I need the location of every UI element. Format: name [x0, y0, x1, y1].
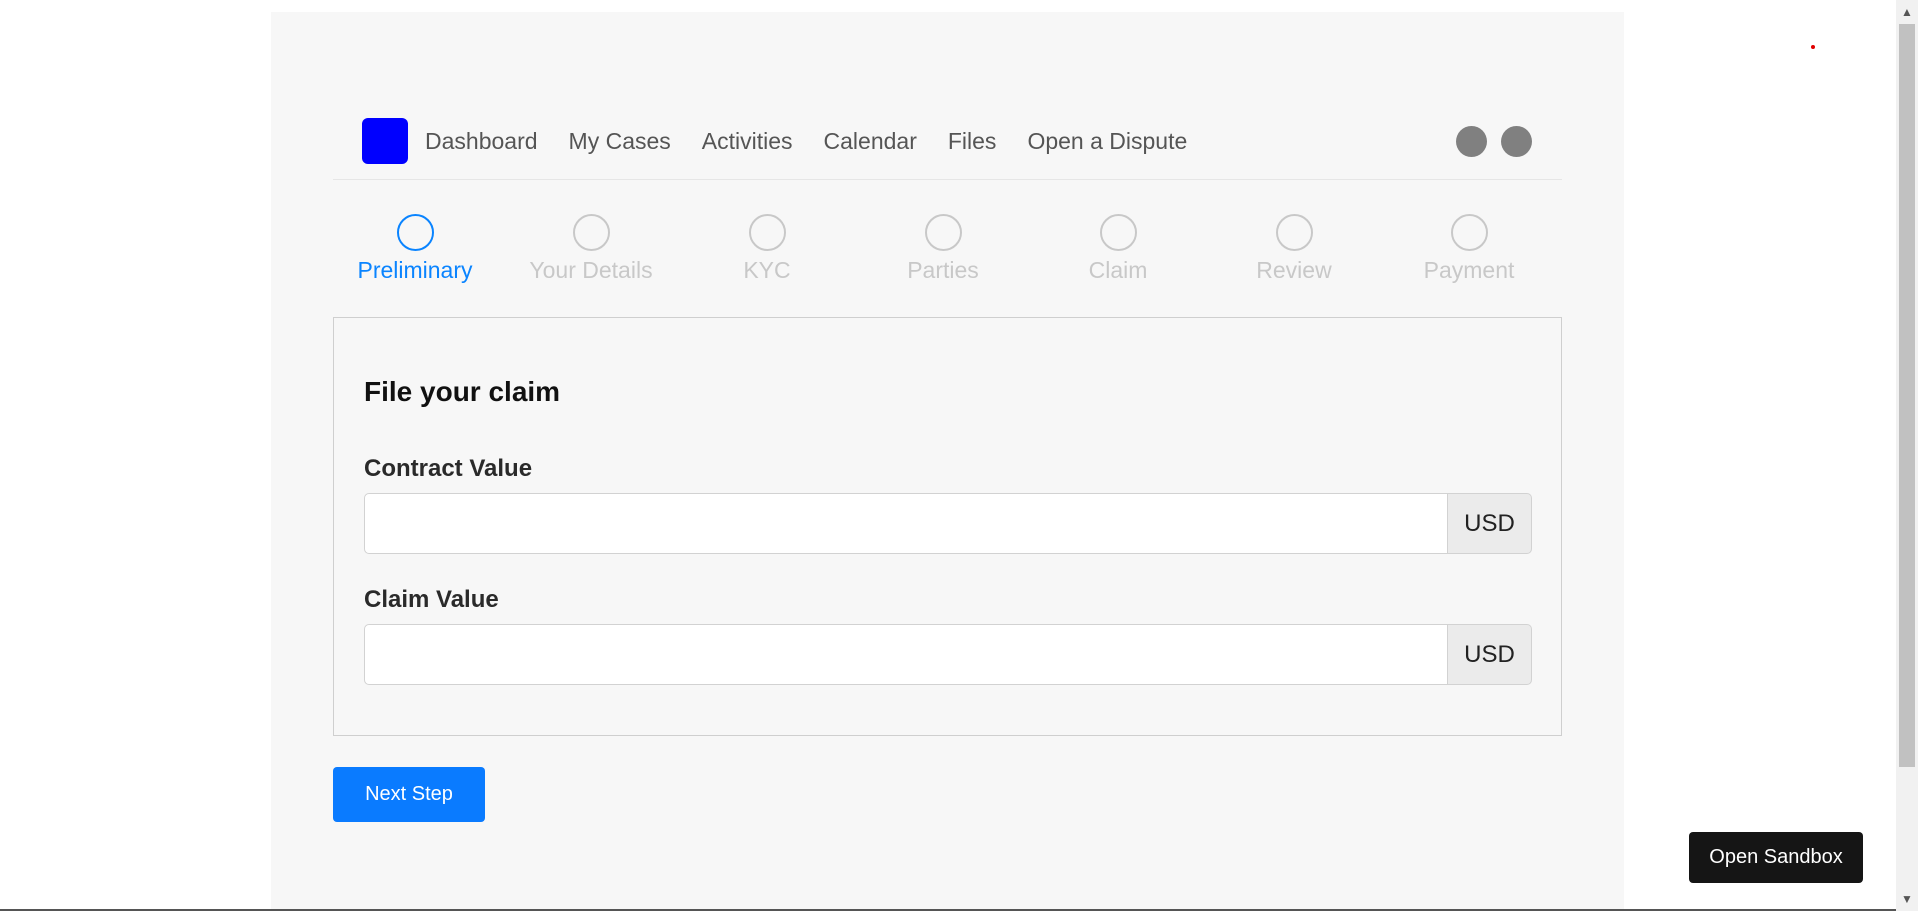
claim-form-card: File your claim Contract Value USD Claim…	[333, 317, 1562, 736]
claim-currency-addon: USD	[1448, 624, 1532, 685]
next-step-button[interactable]: Next Step	[333, 767, 485, 822]
step-circle-icon	[1099, 214, 1137, 251]
contract-value-input[interactable]	[364, 493, 1448, 554]
scroll-down-icon[interactable]: ▼	[1896, 889, 1918, 909]
step-kyc[interactable]: KYC	[679, 214, 855, 284]
step-label: Review	[1256, 257, 1332, 283]
step-label: Payment	[1423, 257, 1515, 283]
nav-open-dispute[interactable]: Open a Dispute	[1027, 124, 1187, 158]
step-circle-icon	[396, 214, 434, 251]
page-scrollbar[interactable]: ▲ ▼	[1896, 0, 1918, 911]
scrollbar-thumb[interactable]	[1899, 24, 1915, 767]
scroll-up-icon[interactable]: ▲	[1896, 2, 1918, 22]
nav-files[interactable]: Files	[948, 124, 997, 158]
contract-value-group: USD	[364, 493, 1532, 554]
nav-calendar[interactable]: Calendar	[824, 124, 917, 158]
step-claim[interactable]: Claim	[1030, 214, 1206, 284]
step-label: Parties	[907, 257, 979, 283]
claim-value-input[interactable]	[364, 624, 1448, 685]
claim-value-group: USD	[364, 624, 1532, 685]
form-title: File your claim	[364, 376, 561, 407]
top-navbar: Dashboard My Cases Activities Calendar F…	[333, 104, 1562, 180]
step-parties[interactable]: Parties	[855, 214, 1031, 284]
open-sandbox-button[interactable]: Open Sandbox	[1689, 832, 1863, 883]
nav-my-cases[interactable]: My Cases	[569, 124, 671, 158]
step-label: Preliminary	[357, 257, 473, 283]
step-preliminary[interactable]: Preliminary	[327, 214, 503, 284]
step-circle-icon	[572, 214, 610, 251]
page-container: Dashboard My Cases Activities Calendar F…	[271, 12, 1624, 911]
step-review[interactable]: Review	[1206, 214, 1382, 284]
user-menu-icon[interactable]	[1501, 126, 1532, 157]
step-your-details[interactable]: Your Details	[503, 214, 679, 284]
contract-value-label: Contract Value	[364, 455, 533, 482]
user-avatar-icon[interactable]	[1456, 126, 1487, 157]
step-circle-icon	[748, 214, 786, 251]
step-label: Claim	[1088, 257, 1148, 283]
nav-dashboard[interactable]: Dashboard	[425, 124, 538, 158]
contract-currency-addon: USD	[1448, 493, 1532, 554]
step-circle-icon	[1275, 214, 1313, 251]
app-logo[interactable]	[362, 118, 408, 164]
claim-value-label: Claim Value	[364, 586, 499, 613]
nav-links: Dashboard My Cases Activities Calendar F…	[425, 124, 1218, 158]
nav-activities[interactable]: Activities	[702, 124, 793, 158]
step-label: KYC	[743, 257, 791, 283]
progress-stepper: Preliminary Your Details KYC Parties Cla…	[333, 214, 1562, 294]
notification-dot-icon	[1811, 45, 1815, 49]
step-payment[interactable]: Payment	[1381, 214, 1557, 284]
step-circle-icon	[924, 214, 962, 251]
step-circle-icon	[1450, 214, 1488, 251]
step-label: Your Details	[529, 257, 653, 283]
